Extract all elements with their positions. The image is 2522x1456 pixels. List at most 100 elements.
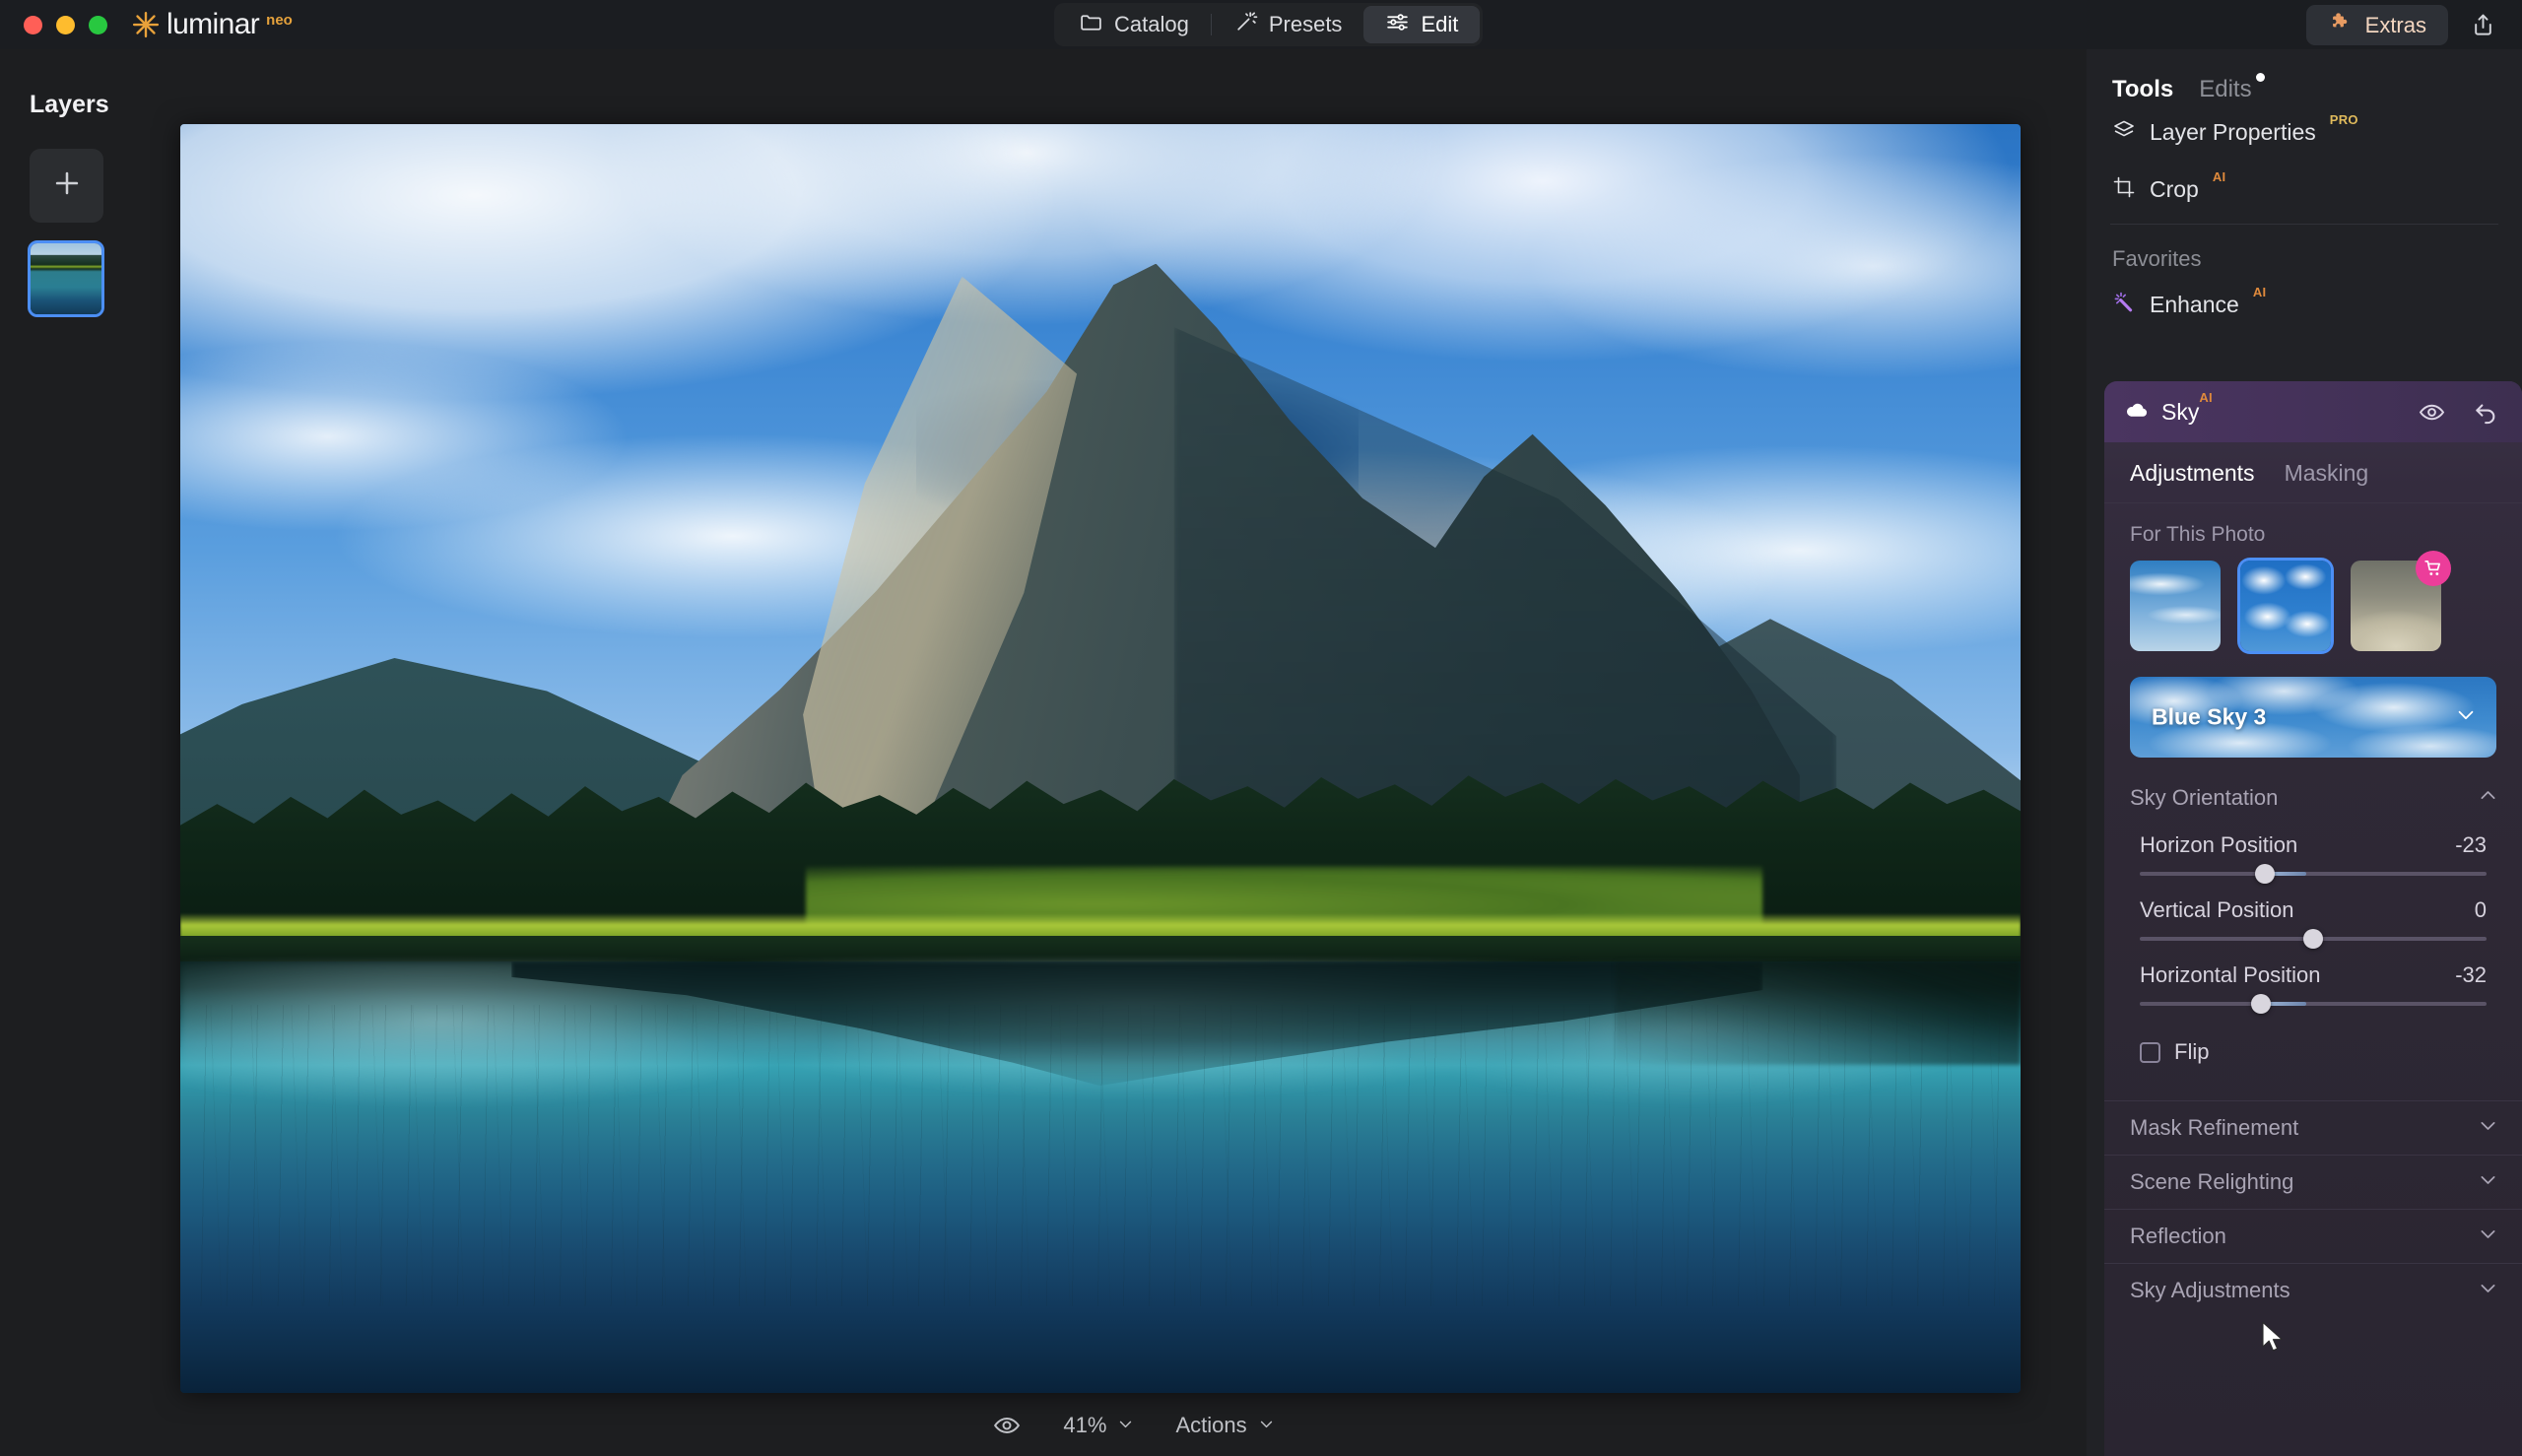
tab-edits-label: Edits <box>2199 76 2252 102</box>
tab-catalog-label: Catalog <box>1114 12 1189 36</box>
slider-vertical-position-track[interactable] <box>2140 929 2487 949</box>
close-window-button[interactable] <box>24 15 42 34</box>
tool-enhance[interactable]: Enhance AI <box>2087 276 2522 333</box>
section-scene-relighting-label: Scene Relighting <box>2130 1169 2294 1194</box>
extras-button[interactable]: Extras <box>2305 5 2448 45</box>
tool-layer-properties-label: Layer Properties <box>2150 118 2316 145</box>
sky-preset-cirrus[interactable] <box>2130 561 2221 651</box>
flip-checkbox[interactable] <box>2140 1041 2160 1063</box>
layer-thumbnail-image <box>31 243 101 314</box>
section-sky-adjustments-label: Sky Adjustments <box>2130 1278 2290 1302</box>
sky-tool-panel: Sky AI Adjustments Masking For This Phot… <box>2104 381 2522 1456</box>
tab-masking[interactable]: Masking <box>2285 460 2369 487</box>
sky-preset-cumulus[interactable] <box>2240 561 2331 651</box>
slider-horizontal-position-header: Horizontal Position -32 <box>2140 962 2487 988</box>
for-this-photo-label: For This Photo <box>2130 523 2266 546</box>
cloud-icon <box>2124 397 2150 428</box>
ai-badge: AI <box>2252 285 2267 299</box>
sky-reset-undo-icon[interactable] <box>2472 398 2500 427</box>
chevron-down-icon <box>2478 1278 2498 1303</box>
slider-vertical-position-label: Vertical Position <box>2140 897 2294 922</box>
section-scene-relighting[interactable]: Scene Relighting <box>2104 1155 2522 1209</box>
tab-tools[interactable]: Tools <box>2112 76 2173 103</box>
tool-layer-properties[interactable]: Layer Properties PRO <box>2087 103 2522 161</box>
plus-icon <box>50 166 84 205</box>
folder-icon <box>1079 10 1103 40</box>
photo-canvas[interactable] <box>180 124 2021 1393</box>
slider-horizontal-position-track[interactable] <box>2140 994 2487 1014</box>
slider-vertical-position-knob[interactable] <box>2303 929 2323 949</box>
sky-preset-sunset[interactable] <box>2351 551 2451 651</box>
sky-preset-thumbnails <box>2104 547 2522 651</box>
chevron-up-icon <box>2478 785 2498 811</box>
edits-badge-dot <box>2255 73 2265 82</box>
chevron-down-icon <box>2478 1115 2498 1141</box>
eye-icon[interactable] <box>992 1411 1022 1440</box>
bottom-toolbar: 41% Actions <box>180 1395 2087 1456</box>
actions-dropdown[interactable]: Actions <box>1175 1413 1274 1438</box>
tab-presets-label: Presets <box>1268 12 1343 36</box>
share-export-icon[interactable] <box>2470 12 2496 38</box>
tab-edit[interactable]: Edit <box>1363 6 1481 43</box>
ai-badge: AI <box>2212 169 2226 184</box>
slider-vertical-position-header: Vertical Position 0 <box>2140 897 2487 923</box>
tab-presets[interactable]: Presets <box>1212 6 1364 43</box>
section-sky-adjustments[interactable]: Sky Adjustments <box>2104 1263 2522 1317</box>
titlebar-actions: Extras <box>2305 5 2496 45</box>
chevron-down-icon <box>2455 704 2477 731</box>
add-layer-button[interactable] <box>30 149 103 223</box>
sliders-icon <box>1385 10 1410 40</box>
favorites-section-label: Favorites <box>2112 246 2202 271</box>
slider-horizon-position-knob[interactable] <box>2254 864 2275 884</box>
chevron-down-icon <box>1117 1413 1134 1438</box>
ai-badge: AI <box>2199 390 2213 405</box>
sky-visibility-eye-icon[interactable] <box>2418 398 2446 427</box>
layers-panel: Layers <box>0 49 180 1456</box>
zoom-window-button[interactable] <box>89 15 107 34</box>
collapsed-sections: Mask Refinement Scene Relighting Reflect… <box>2104 1100 2522 1317</box>
title-bar: luminar neo Catalog Presets Edit Extras <box>0 0 2522 49</box>
slider-vertical-position: Vertical Position 0 <box>2104 876 2522 949</box>
tool-crop[interactable]: Crop AI <box>2087 161 2522 218</box>
minimize-window-button[interactable] <box>56 15 75 34</box>
sky-selector-dropdown[interactable]: Blue Sky 3 <box>2130 677 2496 758</box>
chevron-down-icon <box>2478 1169 2498 1195</box>
sky-preset-cirrus-image <box>2130 561 2221 651</box>
crop-icon <box>2112 175 2136 204</box>
enhance-sparkle-icon <box>2112 291 2136 319</box>
slider-vertical-position-value: 0 <box>2474 897 2487 922</box>
slider-horizon-position-header: Horizon Position -23 <box>2140 832 2487 858</box>
section-reflection-label: Reflection <box>2130 1224 2226 1248</box>
selected-sky-name: Blue Sky 3 <box>2152 703 2267 730</box>
sky-orientation-header[interactable]: Sky Orientation <box>2104 758 2522 811</box>
slider-horizon-position-track[interactable] <box>2140 864 2487 884</box>
luminar-neo-window: luminar neo Catalog Presets Edit Extras … <box>0 0 2522 1456</box>
lake-water <box>180 961 2021 1393</box>
slider-horizontal-position: Horizontal Position -32 <box>2104 941 2522 1014</box>
slider-horizon-position-value: -23 <box>2455 832 2487 857</box>
section-mask-refinement[interactable]: Mask Refinement <box>2104 1100 2522 1155</box>
actions-label: Actions <box>1175 1413 1247 1437</box>
tab-catalog[interactable]: Catalog <box>1057 6 1211 43</box>
tool-enhance-label: Enhance <box>2150 291 2239 317</box>
water-reeds <box>180 1004 2021 1307</box>
canvas-area <box>180 49 2087 1456</box>
tab-adjustments[interactable]: Adjustments <box>2130 460 2255 487</box>
tools-edits-tabs: Tools Edits <box>2087 49 2522 103</box>
app-name-superscript: neo <box>266 12 293 29</box>
tab-edits[interactable]: Edits <box>2199 73 2265 103</box>
app-logo: luminar neo <box>131 8 293 41</box>
sky-tool-header[interactable]: Sky AI <box>2104 381 2522 442</box>
section-reflection[interactable]: Reflection <box>2104 1209 2522 1263</box>
slider-horizontal-position-knob[interactable] <box>2251 994 2272 1014</box>
tool-crop-label: Crop <box>2150 175 2199 202</box>
shopping-cart-icon[interactable] <box>2416 551 2451 586</box>
main-nav-tabs: Catalog Presets Edit <box>1054 3 1483 46</box>
slider-horizon-position: Horizon Position -23 <box>2104 811 2522 884</box>
puzzle-piece-icon <box>2328 10 2353 40</box>
layer-thumbnail[interactable] <box>28 240 104 317</box>
flip-checkbox-row[interactable]: Flip <box>2104 1006 2522 1065</box>
zoom-level-dropdown[interactable]: 41% <box>1063 1413 1134 1438</box>
slider-horizon-position-label: Horizon Position <box>2140 832 2298 857</box>
layers-stack-icon <box>2112 118 2136 147</box>
